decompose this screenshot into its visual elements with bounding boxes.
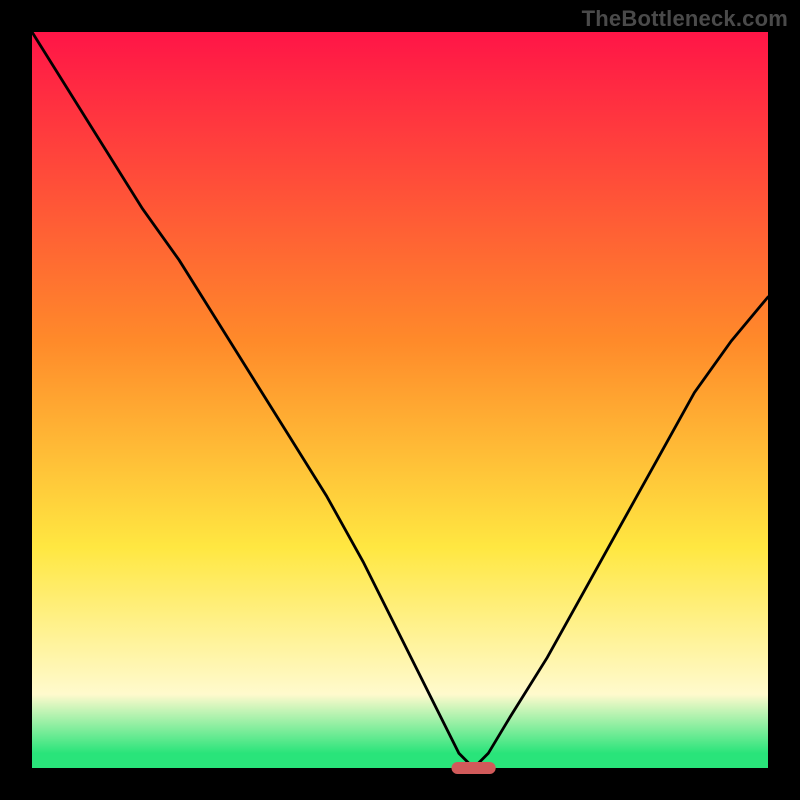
bottleneck-chart <box>0 0 800 800</box>
optimum-marker <box>452 762 496 774</box>
chart-frame: TheBottleneck.com <box>0 0 800 800</box>
plot-background <box>32 32 768 768</box>
watermark-text: TheBottleneck.com <box>582 6 788 32</box>
